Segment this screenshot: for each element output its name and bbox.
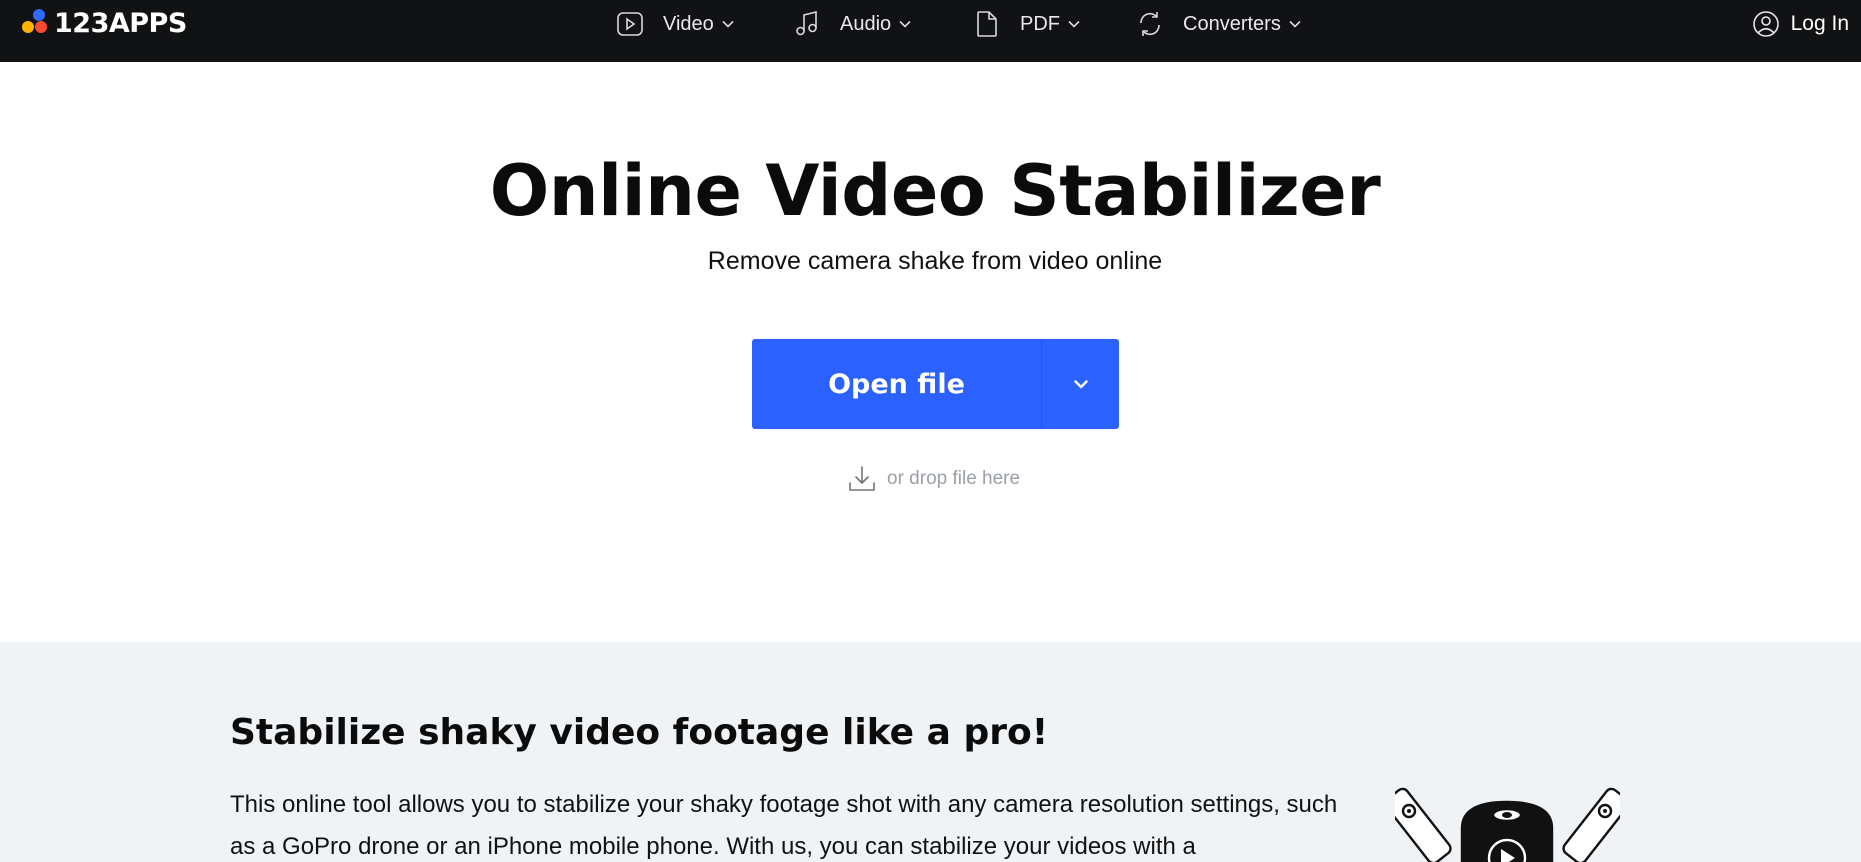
music-note-icon	[796, 10, 817, 36]
brand-name: 123APPS	[54, 7, 187, 39]
chevron-down-icon	[1073, 380, 1088, 389]
nav-item-audio[interactable]: Audio	[792, 6, 912, 42]
drop-zone-hint[interactable]: or drop file here	[847, 463, 1020, 495]
page-title: Online Video Stabilizer	[489, 150, 1381, 232]
login-button[interactable]: Log In	[1751, 6, 1849, 42]
open-file-button-group: Open file	[752, 339, 1119, 429]
refresh-icon	[1140, 12, 1160, 36]
nav-item-pdf[interactable]: PDF	[972, 6, 1081, 42]
chevron-down-icon	[722, 20, 734, 28]
section-title: Stabilize shaky video footage like a pro…	[230, 712, 1049, 753]
page-subtitle: Remove camera shake from video online	[707, 247, 1163, 275]
drop-hint-text: or drop file here	[887, 468, 1021, 489]
open-file-options-toggle[interactable]	[1042, 339, 1119, 429]
nav-item-label: Converters	[1183, 12, 1281, 35]
stabilizer-illustration	[1395, 760, 1620, 862]
file-icon	[977, 11, 997, 37]
section-body: This online tool allows you to stabilize…	[230, 791, 1338, 860]
nav-item-video[interactable]: Video	[615, 6, 735, 42]
login-label: Log In	[1790, 12, 1849, 35]
download-icon	[849, 466, 875, 491]
brand-logo[interactable]: 123APPS	[22, 6, 187, 40]
logo-dots-icon	[22, 8, 52, 38]
nav-item-converters[interactable]: Converters	[1135, 6, 1302, 42]
nav-item-label: PDF	[1020, 12, 1060, 35]
nav-item-label: Audio	[840, 12, 892, 35]
user-circle-icon	[1752, 11, 1779, 37]
chevron-down-icon	[1289, 20, 1301, 28]
open-file-button[interactable]: Open file	[752, 339, 1042, 429]
nav-item-label: Video	[663, 12, 714, 35]
top-navigation-bar: 123APPS Video Audio PDF Converters Log I…	[0, 0, 1861, 62]
chevron-down-icon	[1068, 20, 1080, 28]
chevron-down-icon	[899, 20, 911, 28]
play-icon	[617, 12, 643, 36]
